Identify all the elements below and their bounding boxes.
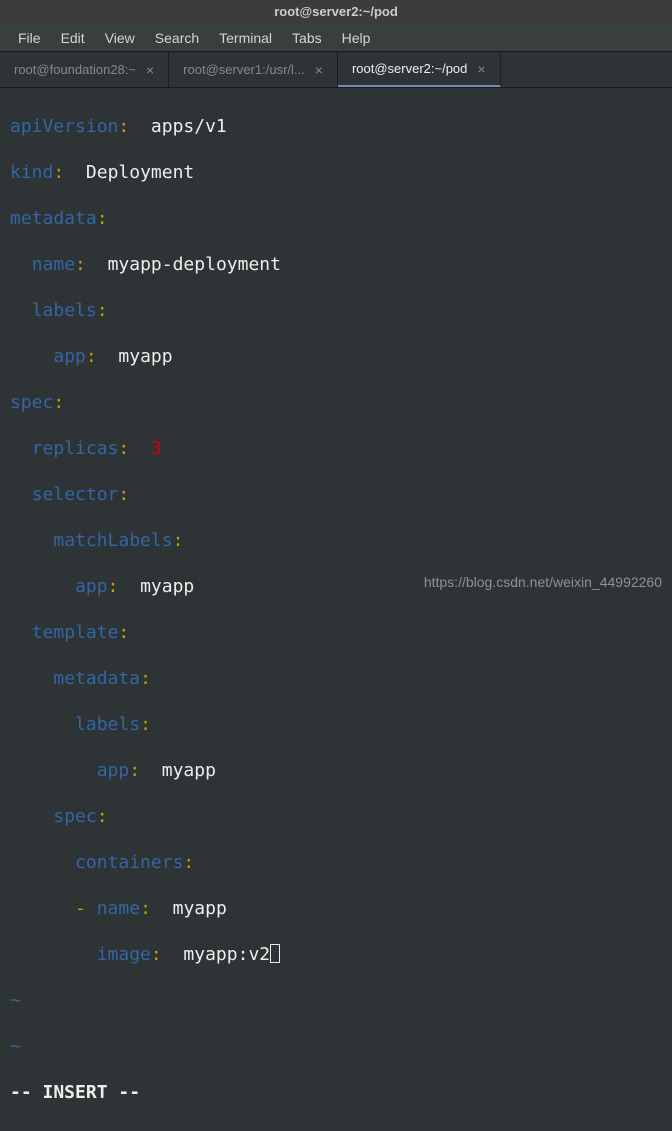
cursor — [270, 944, 280, 963]
code-line: - name: myapp — [10, 897, 662, 920]
tabbar: root@foundation28:~ × root@server1:/usr/… — [0, 52, 672, 88]
editor-area[interactable]: apiVersion: apps/v1 kind: Deployment met… — [0, 88, 672, 1131]
code-line: labels: — [10, 713, 662, 736]
menubar: File Edit View Search Terminal Tabs Help — [0, 24, 672, 52]
close-icon[interactable]: × — [315, 62, 323, 78]
menu-file[interactable]: File — [8, 30, 51, 46]
code-line: name: myapp-deployment — [10, 253, 662, 276]
code-line: app: myapp — [10, 345, 662, 368]
tab-label: root@server2:~/pod — [352, 61, 467, 76]
code-line: metadata: — [10, 667, 662, 690]
code-line: template: — [10, 621, 662, 644]
tab-server1[interactable]: root@server1:/usr/l... × — [169, 52, 338, 87]
code-line: apiVersion: apps/v1 — [10, 115, 662, 138]
code-line: containers: — [10, 851, 662, 874]
menu-view[interactable]: View — [95, 30, 145, 46]
watermark: https://blog.csdn.net/weixin_44992260 — [424, 574, 662, 590]
code-line: image: myapp:v2 — [10, 943, 662, 966]
menu-tabs[interactable]: Tabs — [282, 30, 332, 46]
menu-terminal[interactable]: Terminal — [209, 30, 282, 46]
code-line: spec: — [10, 805, 662, 828]
window-title: root@server2:~/pod — [274, 4, 398, 19]
tab-label: root@foundation28:~ — [14, 62, 136, 77]
tab-server2[interactable]: root@server2:~/pod × — [338, 52, 501, 87]
code-line: selector: — [10, 483, 662, 506]
code-line: replicas: 3 — [10, 437, 662, 460]
menu-help[interactable]: Help — [332, 30, 381, 46]
vim-status-mode: -- INSERT -- — [10, 1081, 662, 1104]
menu-search[interactable]: Search — [145, 30, 209, 46]
empty-line: ~ — [10, 989, 662, 1012]
window-titlebar: root@server2:~/pod — [0, 0, 672, 24]
code-line: spec: — [10, 391, 662, 414]
code-line: kind: Deployment — [10, 161, 662, 184]
tab-foundation28[interactable]: root@foundation28:~ × — [0, 52, 169, 87]
tab-label: root@server1:/usr/l... — [183, 62, 305, 77]
empty-line: ~ — [10, 1035, 662, 1058]
close-icon[interactable]: × — [146, 62, 154, 78]
code-line: matchLabels: — [10, 529, 662, 552]
code-line: app: myapp — [10, 759, 662, 782]
close-icon[interactable]: × — [477, 61, 485, 77]
code-line: labels: — [10, 299, 662, 322]
menu-edit[interactable]: Edit — [51, 30, 95, 46]
code-line: metadata: — [10, 207, 662, 230]
